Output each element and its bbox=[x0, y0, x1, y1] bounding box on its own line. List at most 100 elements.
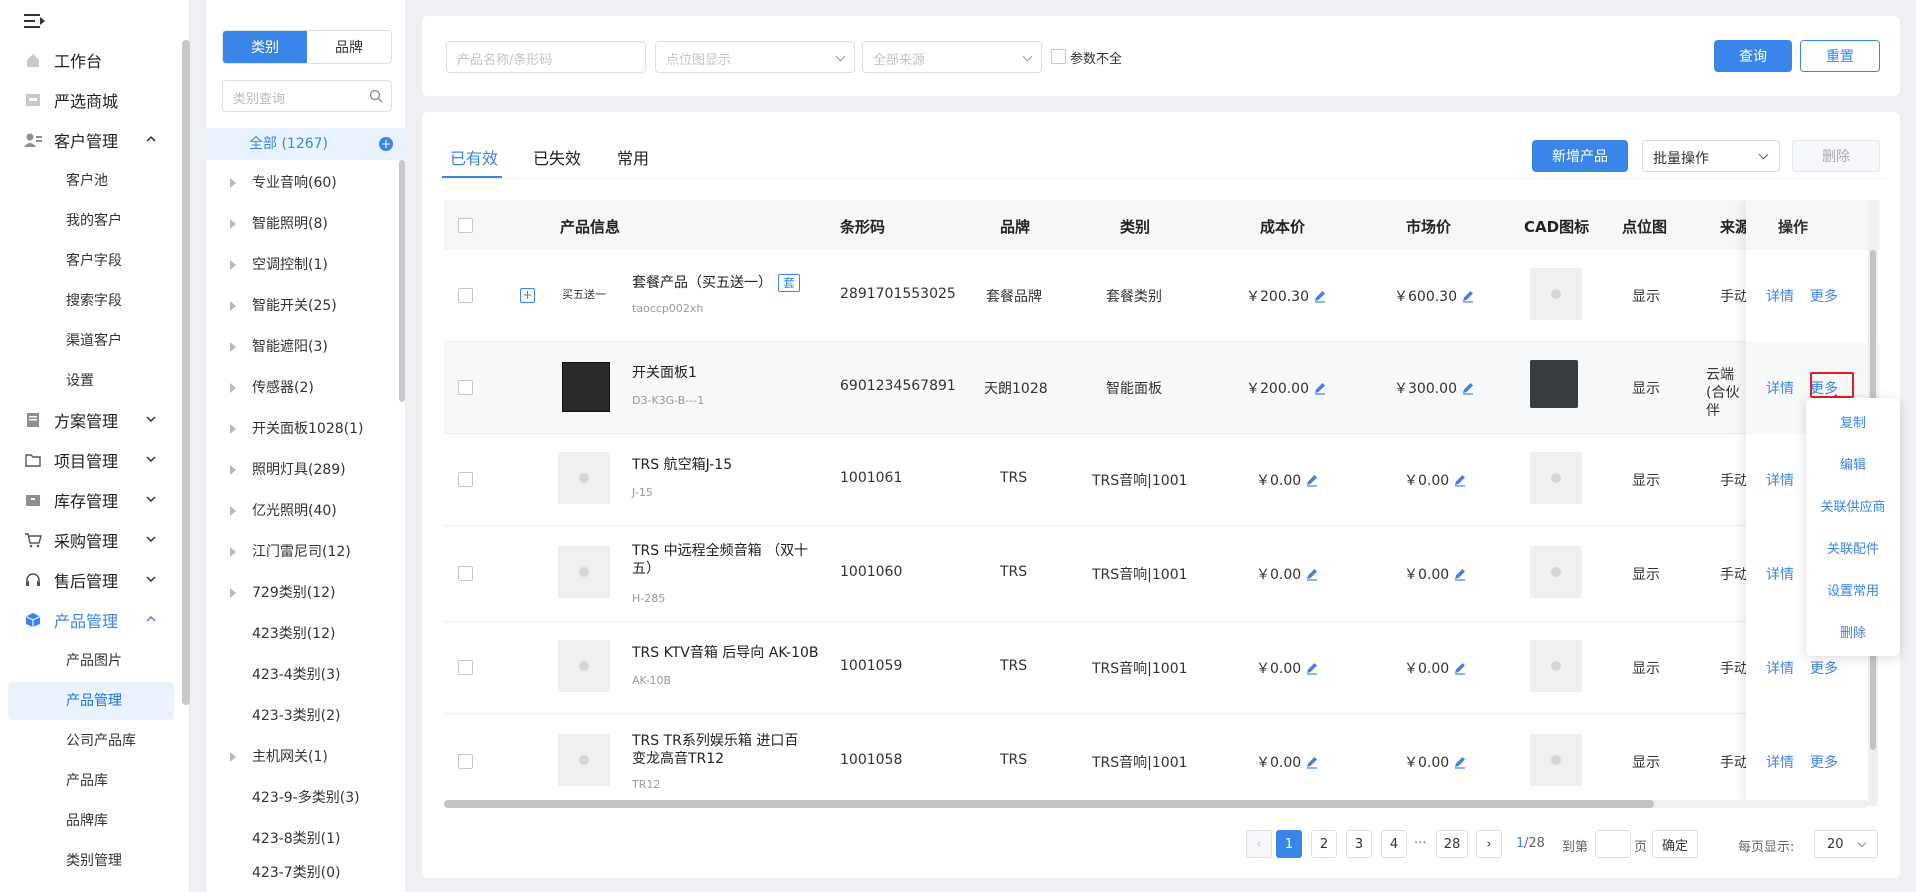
caret-right-icon[interactable] bbox=[230, 260, 236, 270]
row-checkbox[interactable] bbox=[458, 754, 473, 769]
edit-icon[interactable] bbox=[1305, 473, 1319, 487]
search-icon[interactable] bbox=[369, 89, 383, 103]
menu-item-copy[interactable]: 复制 bbox=[1806, 412, 1900, 431]
source-select[interactable]: 全部来源 bbox=[862, 41, 1042, 73]
caret-right-icon[interactable] bbox=[230, 342, 236, 352]
category-item[interactable]: 亿光照明(40) bbox=[206, 491, 396, 531]
row-checkbox[interactable] bbox=[458, 472, 473, 487]
sub-item-customer-pool[interactable]: 客户池 bbox=[8, 162, 174, 200]
query-button[interactable]: 查询 bbox=[1714, 40, 1792, 72]
caret-right-icon[interactable] bbox=[230, 178, 236, 188]
edit-icon[interactable] bbox=[1461, 289, 1475, 303]
menu-collapse-icon[interactable] bbox=[24, 13, 45, 29]
row-checkbox[interactable] bbox=[458, 660, 473, 675]
detail-link[interactable]: 详情 bbox=[1766, 286, 1794, 306]
caret-right-icon[interactable] bbox=[230, 301, 236, 311]
caret-right-icon[interactable] bbox=[230, 752, 236, 762]
category-item[interactable]: 专业音响(60) bbox=[206, 163, 396, 203]
sub-item-my-customer[interactable]: 我的客户 bbox=[8, 202, 174, 240]
product-name[interactable]: 套餐产品（买五送一） 套 bbox=[632, 274, 812, 292]
goto-page-input[interactable] bbox=[1595, 830, 1631, 858]
more-link[interactable]: 更多 bbox=[1810, 286, 1838, 306]
menu-item-delete[interactable]: 删除 bbox=[1806, 622, 1900, 641]
page-button[interactable]: 4 bbox=[1381, 830, 1407, 858]
expand-icon[interactable]: + bbox=[520, 288, 535, 303]
edit-icon[interactable] bbox=[1305, 755, 1319, 769]
category-item[interactable]: 照明灯具(289) bbox=[206, 450, 396, 490]
more-link[interactable]: 更多 bbox=[1810, 752, 1838, 772]
sub-item-channel-customer[interactable]: 渠道客户 bbox=[8, 322, 174, 360]
page-button[interactable]: 1 bbox=[1276, 830, 1302, 858]
category-item[interactable]: 智能遮阳(3) bbox=[206, 327, 396, 367]
add-category-icon[interactable]: + bbox=[379, 137, 393, 151]
sub-item-product-image[interactable]: 产品图片 bbox=[8, 642, 174, 680]
nav-item-inventory[interactable]: 库存管理 bbox=[0, 482, 176, 518]
delete-button[interactable]: 删除 bbox=[1792, 140, 1880, 172]
category-item[interactable]: 423类别(12) bbox=[206, 614, 396, 654]
nav-item-workbench[interactable]: 工作台 bbox=[0, 42, 176, 78]
caret-right-icon[interactable] bbox=[230, 424, 236, 434]
menu-item-link-supplier[interactable]: 关联供应商 bbox=[1806, 496, 1900, 515]
per-page-select[interactable]: 20 bbox=[1814, 830, 1878, 858]
product-thumb[interactable] bbox=[562, 362, 610, 412]
sub-item-product-manage[interactable]: 产品管理 bbox=[8, 682, 174, 720]
edit-icon[interactable] bbox=[1305, 567, 1319, 581]
row-checkbox[interactable] bbox=[458, 566, 473, 581]
category-item[interactable]: 423-9-多类别(3) bbox=[206, 778, 396, 818]
caret-right-icon[interactable] bbox=[230, 465, 236, 475]
nav-scrollbar[interactable] bbox=[182, 40, 190, 705]
sub-item-settings[interactable]: 设置 bbox=[8, 362, 174, 400]
tab-active[interactable]: 已有效 bbox=[450, 145, 498, 169]
product-thumb[interactable] bbox=[558, 734, 610, 786]
detail-link[interactable]: 详情 bbox=[1766, 658, 1794, 678]
cad-thumb[interactable] bbox=[1530, 734, 1582, 786]
reset-button[interactable]: 重置 bbox=[1800, 40, 1880, 72]
sub-item-company-library[interactable]: 公司产品库 bbox=[8, 722, 174, 760]
select-all-checkbox[interactable] bbox=[458, 218, 473, 233]
product-thumb[interactable] bbox=[558, 546, 610, 598]
edit-icon[interactable] bbox=[1313, 289, 1327, 303]
point-display-select[interactable]: 点位图显示 bbox=[655, 41, 855, 73]
nav-item-customer[interactable]: 客户管理 bbox=[0, 122, 176, 158]
product-name[interactable]: 开关面板1 bbox=[632, 364, 812, 382]
edit-icon[interactable] bbox=[1453, 473, 1467, 487]
caret-right-icon[interactable] bbox=[230, 383, 236, 393]
edit-icon[interactable] bbox=[1305, 661, 1319, 675]
detail-link[interactable]: 详情 bbox=[1766, 378, 1794, 398]
category-item[interactable]: 智能照明(8) bbox=[206, 204, 396, 244]
category-scrollbar[interactable] bbox=[399, 160, 405, 402]
category-item[interactable]: 729类别(12) bbox=[206, 573, 396, 613]
cad-thumb[interactable] bbox=[1530, 640, 1582, 692]
row-checkbox[interactable] bbox=[458, 288, 473, 303]
sub-item-category-manage[interactable]: 类别管理 bbox=[8, 842, 174, 880]
caret-right-icon[interactable] bbox=[230, 506, 236, 516]
menu-item-set-common[interactable]: 设置常用 bbox=[1806, 580, 1900, 599]
category-item[interactable]: 423-3类别(2) bbox=[206, 696, 396, 736]
menu-item-link-accessory[interactable]: 关联配件 bbox=[1806, 538, 1900, 557]
caret-right-icon[interactable] bbox=[230, 547, 236, 557]
caret-right-icon[interactable] bbox=[230, 219, 236, 229]
param-incomplete-checkbox[interactable] bbox=[1051, 49, 1066, 64]
nav-item-project[interactable]: 项目管理 bbox=[0, 442, 176, 478]
product-thumb[interactable] bbox=[558, 640, 610, 692]
next-page-button[interactable]: › bbox=[1476, 830, 1502, 858]
detail-link[interactable]: 详情 bbox=[1766, 752, 1794, 772]
category-item[interactable]: 江门雷尼司(12) bbox=[206, 532, 396, 572]
page-ellipsis[interactable]: ··· bbox=[1414, 836, 1426, 851]
nav-item-product[interactable]: 产品管理 bbox=[0, 602, 176, 638]
tab-inactive[interactable]: 已失效 bbox=[533, 145, 581, 169]
product-name[interactable]: TRS KTV音箱 后导向 AK-10B bbox=[632, 644, 832, 662]
page-button[interactable]: 28 bbox=[1436, 830, 1468, 858]
sub-item-product-library[interactable]: 产品库 bbox=[8, 762, 174, 800]
cad-thumb[interactable] bbox=[1530, 360, 1578, 408]
category-item[interactable]: 423-7类别(0) bbox=[206, 853, 396, 892]
category-item[interactable]: 开关面板1028(1) bbox=[206, 409, 396, 449]
sub-item-brand-library[interactable]: 品牌库 bbox=[8, 802, 174, 840]
nav-item-purchase[interactable]: 采购管理 bbox=[0, 522, 176, 558]
detail-link[interactable]: 详情 bbox=[1766, 470, 1794, 490]
page-button[interactable]: 3 bbox=[1346, 830, 1372, 858]
caret-right-icon[interactable] bbox=[230, 588, 236, 598]
edit-icon[interactable] bbox=[1313, 381, 1327, 395]
tab-common[interactable]: 常用 bbox=[617, 145, 649, 169]
category-item[interactable]: 空调控制(1) bbox=[206, 245, 396, 285]
